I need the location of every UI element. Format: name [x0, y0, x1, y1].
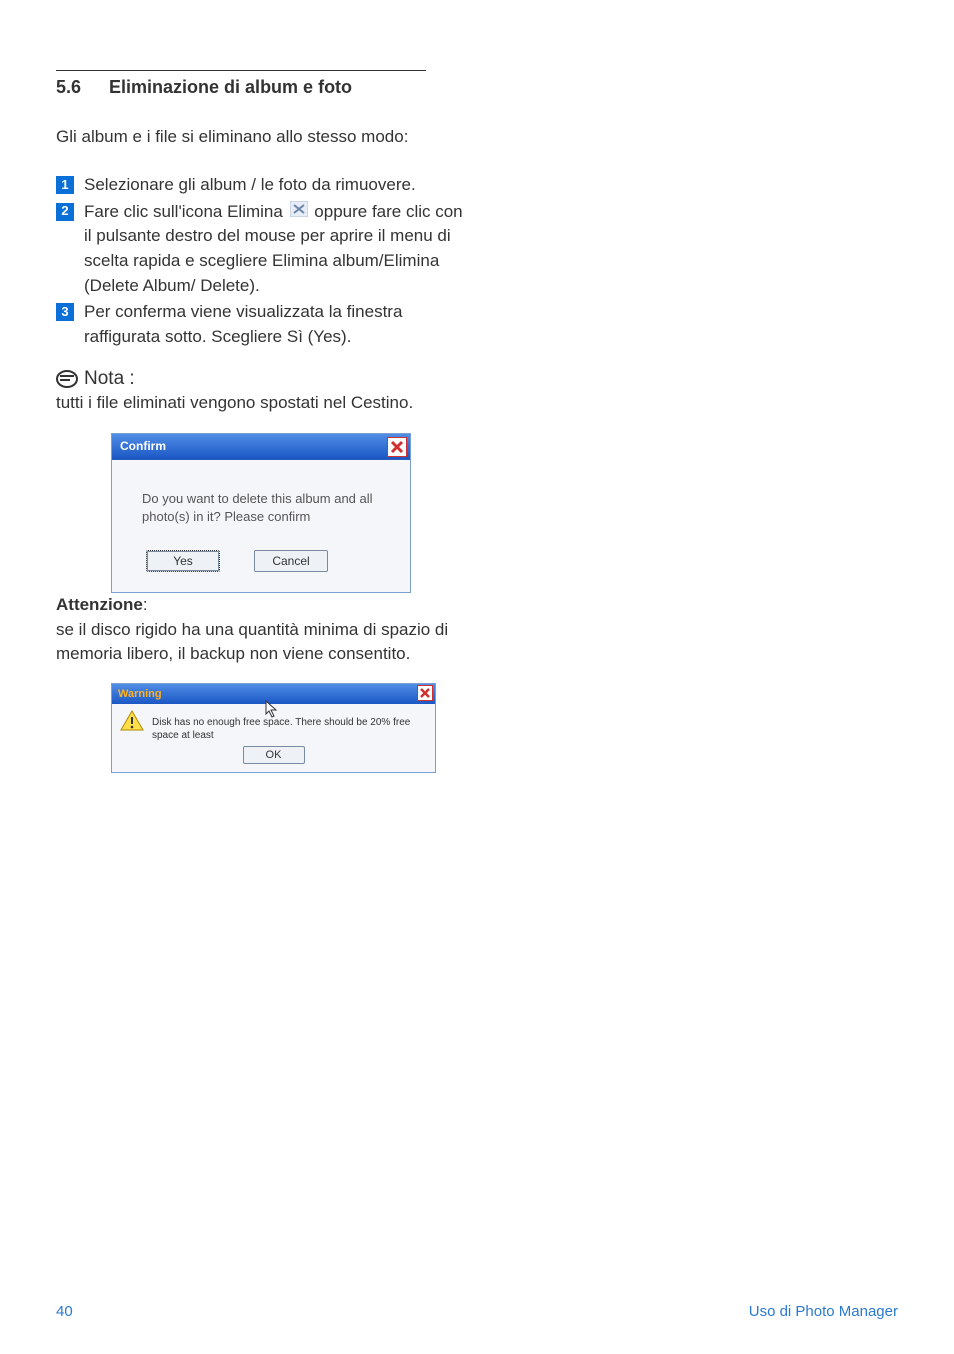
- dialog-button-row: Yes Cancel: [112, 550, 410, 592]
- cursor-icon: [264, 700, 278, 723]
- attention-label: Attenzione: [56, 595, 143, 614]
- attention-paragraph: Attenzione: se il disco rigido ha una qu…: [56, 593, 466, 667]
- step-number-3: 3: [56, 303, 74, 321]
- list-item: 2 Fare clic sull'icona Elimina oppure fa…: [56, 200, 466, 299]
- yes-button[interactable]: Yes: [146, 550, 220, 572]
- close-button[interactable]: [417, 685, 433, 701]
- section-rule: [56, 70, 426, 71]
- warning-dialog: Warning: [111, 683, 436, 773]
- dialog-message: Do you want to delete this album and all…: [112, 460, 410, 550]
- document-page: 5.6 Eliminazione di album e foto Gli alb…: [0, 0, 954, 1354]
- note-heading: Nota :: [56, 368, 466, 390]
- close-icon: [390, 440, 404, 454]
- section-number: 5.6: [56, 77, 81, 98]
- delete-icon: [290, 200, 308, 225]
- note-icon: [56, 369, 78, 389]
- dialog-body: Disk has no enough free space. There sho…: [112, 704, 435, 744]
- dialog-message: Disk has no enough free space. There sho…: [152, 710, 427, 742]
- close-icon: [419, 687, 431, 699]
- step-list: 1 Selezionare gli album / le foto da rim…: [56, 173, 466, 350]
- dialog-button-row: OK: [112, 744, 435, 772]
- section-title: Eliminazione di album e foto: [109, 77, 352, 98]
- attention-body-text: se il disco rigido ha una quantità minim…: [56, 620, 448, 664]
- step-text-3: Per conferma viene visualizzata la fines…: [84, 300, 466, 349]
- step-text-2: Fare clic sull'icona Elimina oppure fare…: [84, 200, 466, 299]
- content-column: 5.6 Eliminazione di album e foto Gli alb…: [56, 70, 466, 773]
- step-number-1: 1: [56, 176, 74, 194]
- dialog-title-text: Warning: [118, 688, 162, 700]
- warning-icon: [120, 710, 144, 737]
- cancel-button[interactable]: Cancel: [254, 550, 328, 572]
- ok-button[interactable]: OK: [243, 746, 305, 764]
- page-footer: 40 Uso di Photo Manager: [0, 1303, 954, 1320]
- note-body: tutti i file eliminati vengono spostati …: [56, 392, 466, 415]
- section-heading: 5.6 Eliminazione di album e foto: [56, 77, 466, 98]
- dialog-titlebar: Confirm: [112, 434, 410, 460]
- dialog-title-text: Confirm: [120, 439, 166, 453]
- step-2-pre: Fare clic sull'icona Elimina: [84, 202, 288, 221]
- page-number: 40: [56, 1303, 73, 1320]
- list-item: 1 Selezionare gli album / le foto da rim…: [56, 173, 466, 198]
- step-text-1: Selezionare gli album / le foto da rimuo…: [84, 173, 466, 198]
- step-number-2: 2: [56, 203, 74, 221]
- intro-text: Gli album e i file si eliminano allo ste…: [56, 126, 466, 149]
- footer-source: Uso di Photo Manager: [749, 1303, 898, 1320]
- close-button[interactable]: [387, 437, 407, 457]
- attention-colon: :: [143, 595, 148, 614]
- note-label: Nota :: [84, 368, 135, 390]
- list-item: 3 Per conferma viene visualizzata la fin…: [56, 300, 466, 349]
- confirm-dialog: Confirm Do you want to delete this album…: [111, 433, 411, 593]
